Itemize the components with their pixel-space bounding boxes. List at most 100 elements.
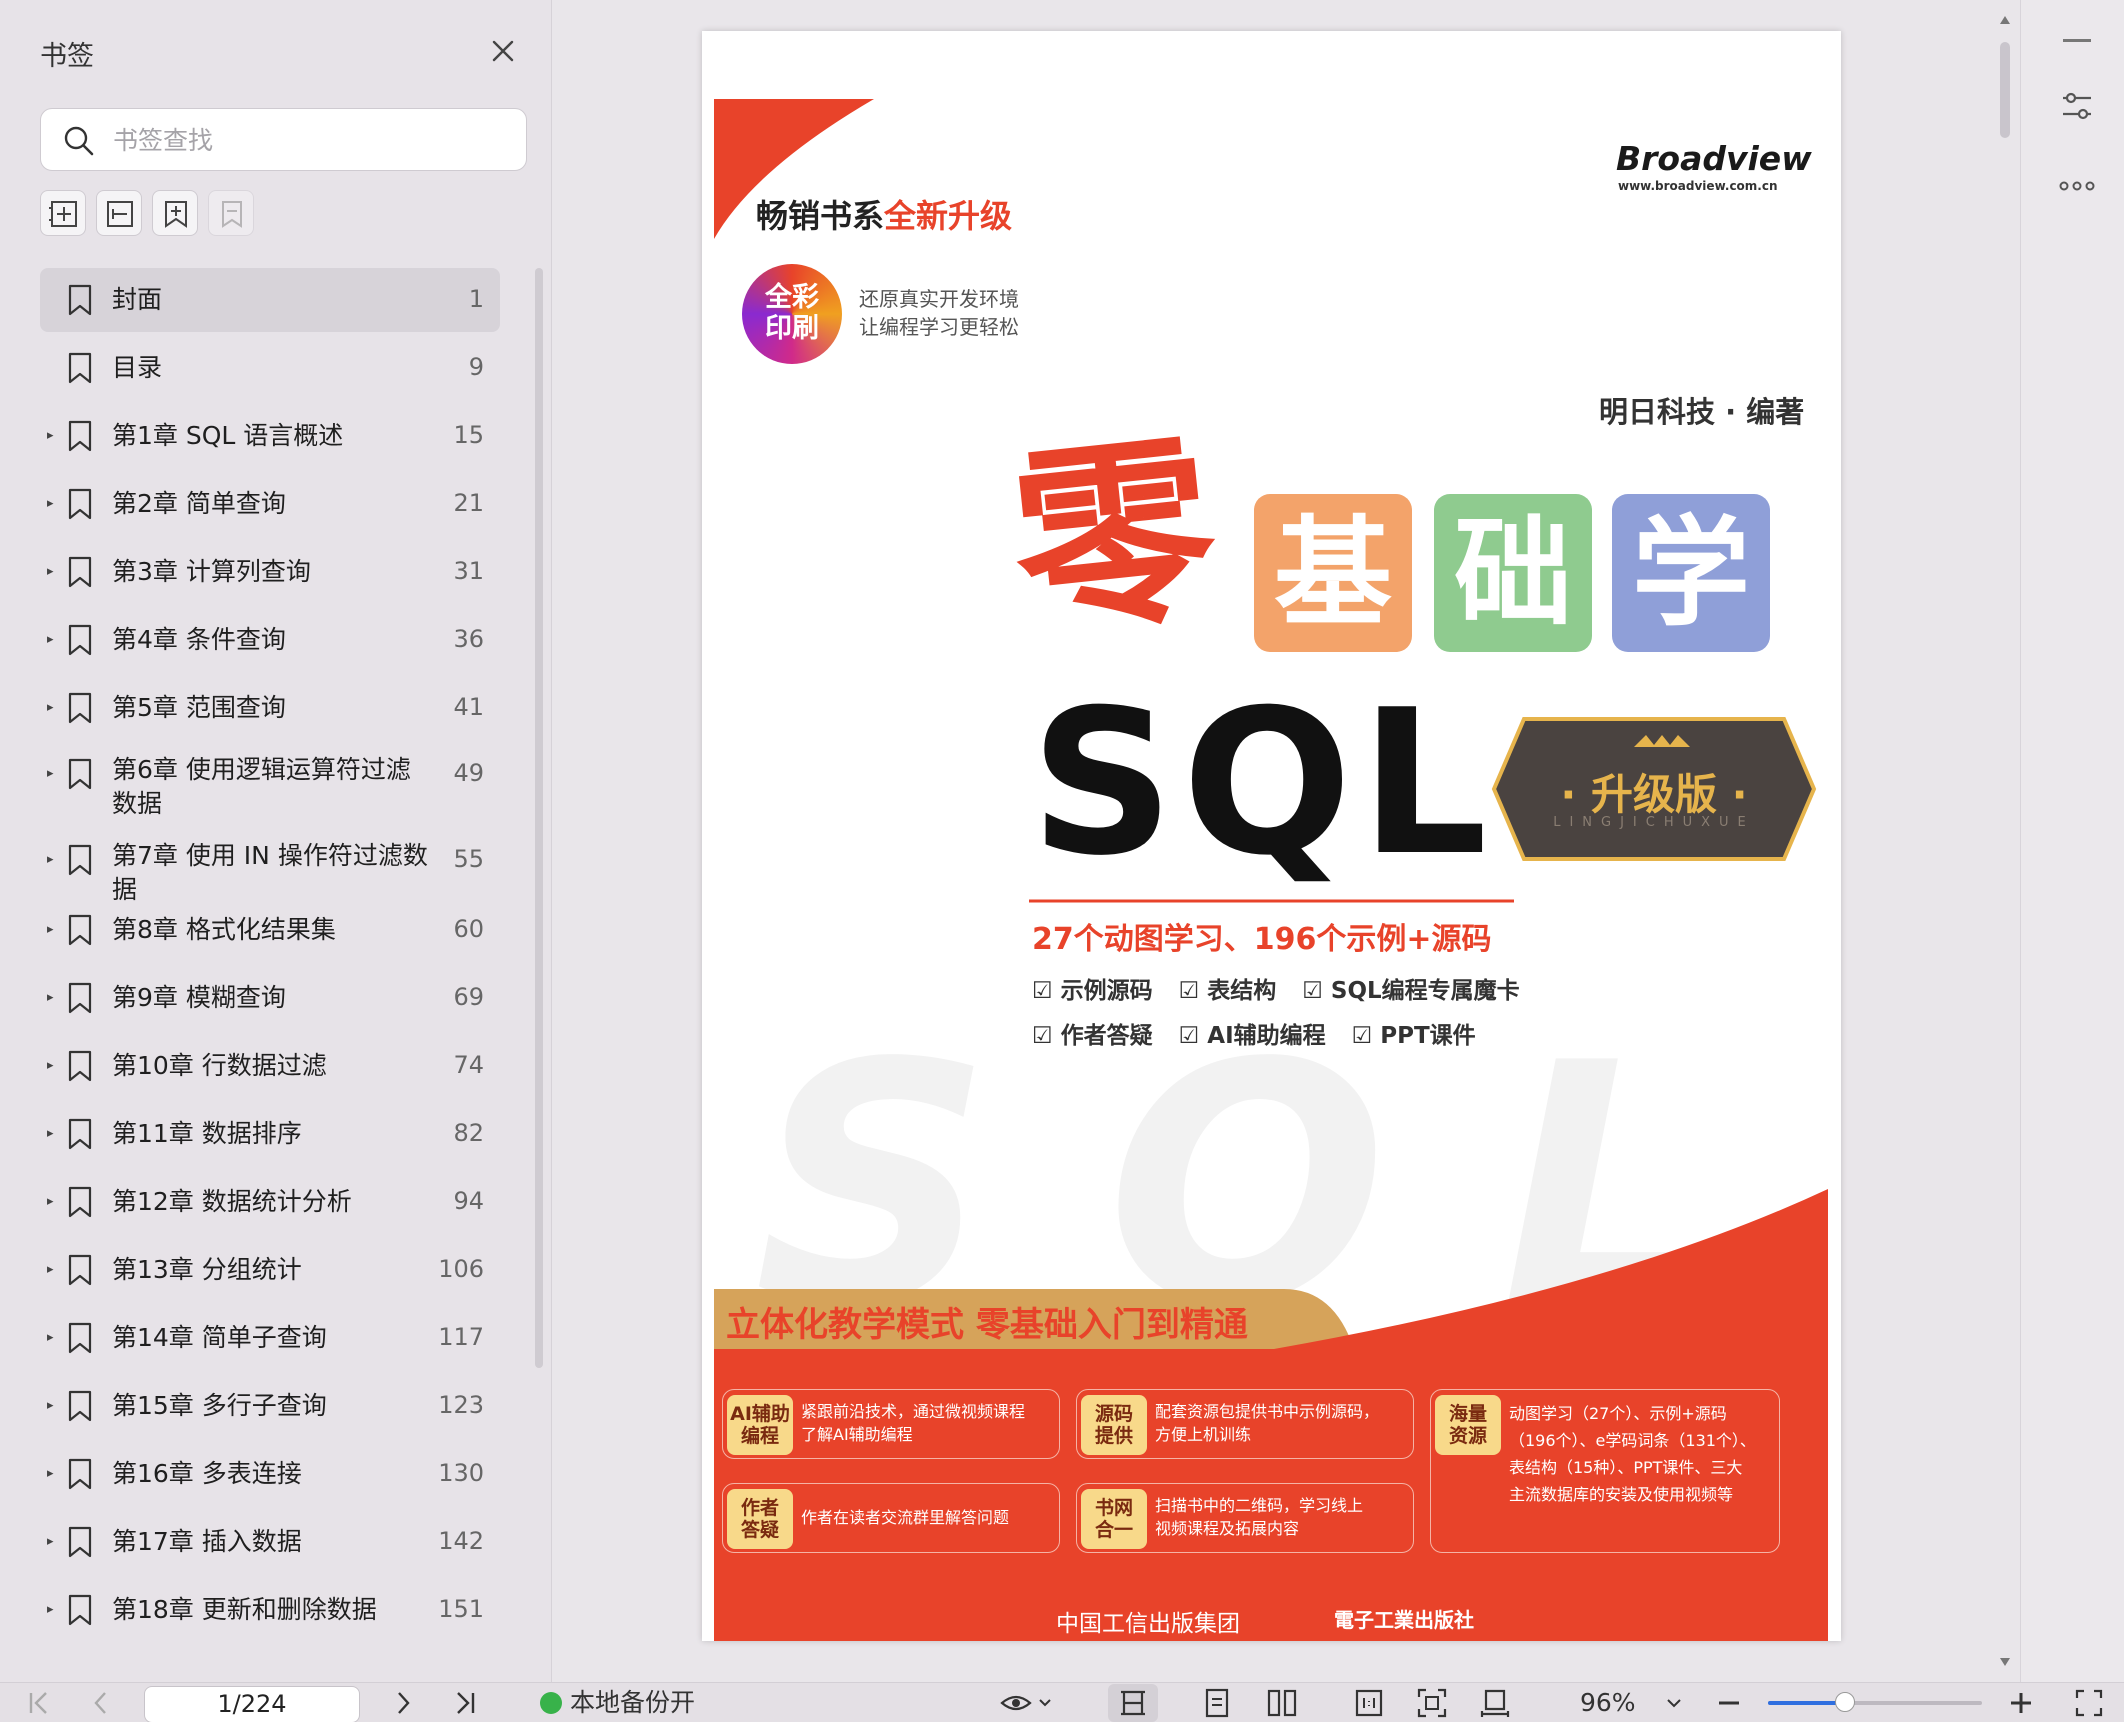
expand-all-icon bbox=[49, 201, 77, 227]
feature-box-resources: 海量 资源 动图学习（27个）、示例+源码 （196个）、e学码词条（131个）… bbox=[1430, 1389, 1780, 1553]
close-icon[interactable] bbox=[486, 34, 520, 68]
title-char-ji: 基 bbox=[1254, 494, 1412, 652]
last-page-icon[interactable] bbox=[452, 1687, 478, 1719]
expand-arrow-icon[interactable]: ▸ bbox=[47, 1127, 57, 1140]
bookmark-page: 55 bbox=[453, 845, 484, 873]
bookmark-item[interactable]: ▸ 第6章 使用逻辑运算符过滤数据 49 bbox=[40, 744, 500, 828]
feature-box-online: 书网 合一 扫描书中的二维码，学习线上 视频课程及拓展内容 bbox=[1076, 1483, 1414, 1553]
add-bookmark-icon bbox=[165, 201, 187, 228]
expand-arrow-icon[interactable]: ▸ bbox=[47, 565, 57, 578]
publisher-group: 中国工信出版集团 bbox=[1056, 1611, 1240, 1637]
expand-arrow-icon[interactable]: ▸ bbox=[47, 767, 57, 780]
zoom-out-icon[interactable] bbox=[1716, 1687, 1742, 1719]
expand-arrow-icon[interactable]: ▸ bbox=[47, 701, 57, 714]
bookmark-item[interactable]: ▸ 第11章 数据排序 82 bbox=[40, 1102, 500, 1166]
collapse-all-button[interactable] bbox=[96, 190, 142, 236]
zoom-in-icon[interactable] bbox=[2008, 1687, 2034, 1719]
zoom-slider-handle[interactable] bbox=[1835, 1692, 1856, 1712]
bookmark-label: 第10章 行数据过滤 bbox=[112, 1051, 327, 1080]
bookmark-item[interactable]: ▸ 第10章 行数据过滤 74 bbox=[40, 1034, 500, 1098]
bookmark-item[interactable]: ▸ 第14章 简单子查询 117 bbox=[40, 1306, 500, 1370]
bookmark-item[interactable]: 目录 9 bbox=[40, 336, 500, 400]
document-page[interactable]: S Q L 畅销书系全新升级 全彩 印刷 还原真实开发环境 让编程学习更轻松 B… bbox=[702, 31, 1841, 1641]
bookmark-item[interactable]: ▸ 第1章 SQL 语言概述 15 bbox=[40, 404, 500, 468]
expand-arrow-icon[interactable]: ▸ bbox=[47, 991, 57, 1004]
expand-arrow-icon[interactable]: ▸ bbox=[47, 1467, 57, 1480]
series-label: 畅销书系全新升级 bbox=[756, 197, 1013, 235]
bookmark-item[interactable]: ▸ 第12章 数据统计分析 94 bbox=[40, 1170, 500, 1234]
reading-mode-icon[interactable] bbox=[1000, 1687, 1054, 1719]
remove-bookmark-button[interactable] bbox=[208, 190, 254, 236]
sidebar-scrollbar[interactable] bbox=[535, 268, 543, 1368]
actual-size-icon[interactable] bbox=[1354, 1687, 1384, 1719]
expand-arrow-icon[interactable]: ▸ bbox=[47, 1263, 57, 1276]
bookmark-item[interactable]: 封面 1 bbox=[40, 268, 500, 332]
bookmark-item[interactable]: ▸ 第16章 多表连接 130 bbox=[40, 1442, 500, 1506]
bookmark-item[interactable]: ▸ 第4章 条件查询 36 bbox=[40, 608, 500, 672]
next-page-icon[interactable] bbox=[390, 1687, 416, 1719]
bookmark-item[interactable]: ▸ 第17章 插入数据 142 bbox=[40, 1510, 500, 1574]
bookmark-page: 15 bbox=[453, 421, 484, 449]
fit-page-icon[interactable] bbox=[1416, 1687, 1448, 1719]
two-page-icon[interactable] bbox=[1266, 1687, 1298, 1719]
edition-sub: LINGJICHUXUE bbox=[1553, 815, 1755, 830]
expand-arrow-icon[interactable]: ▸ bbox=[47, 1535, 57, 1548]
bookmark-item[interactable]: ▸ 第2章 简单查询 21 bbox=[40, 472, 500, 536]
fullscreen-icon[interactable] bbox=[2074, 1687, 2104, 1719]
bookmark-page: 41 bbox=[453, 693, 484, 721]
expand-arrow-icon[interactable]: ▸ bbox=[47, 633, 57, 646]
settings-sliders-icon[interactable] bbox=[2059, 88, 2095, 124]
expand-arrow-icon[interactable]: ▸ bbox=[47, 1603, 57, 1616]
expand-all-button[interactable] bbox=[40, 190, 86, 236]
bookmark-icon bbox=[68, 352, 92, 384]
zoom-dropdown-icon[interactable] bbox=[1664, 1687, 1684, 1719]
add-bookmark-button[interactable] bbox=[152, 190, 198, 236]
expand-arrow-icon[interactable]: ▸ bbox=[47, 1331, 57, 1344]
bookmark-label: 第16章 多表连接 bbox=[112, 1459, 302, 1488]
document-scrollbar[interactable] bbox=[1990, 0, 2020, 1682]
expand-arrow-icon[interactable]: ▸ bbox=[47, 1059, 57, 1072]
zoom-level[interactable]: 96% bbox=[1580, 1687, 1636, 1719]
page-number-input[interactable]: 1/224 bbox=[144, 1686, 360, 1722]
bookmark-page: 123 bbox=[438, 1391, 484, 1419]
bookmark-item[interactable]: ▸ 第9章 模糊查询 69 bbox=[40, 966, 500, 1030]
bookmark-page: 130 bbox=[438, 1459, 484, 1487]
banner-text: 立体化教学模式 零基础入门到精通 bbox=[726, 1305, 1248, 1345]
prev-page-icon[interactable] bbox=[88, 1687, 114, 1719]
bookmark-page: 31 bbox=[453, 557, 484, 585]
expand-arrow-icon[interactable]: ▸ bbox=[47, 923, 57, 936]
backup-on-icon bbox=[540, 1692, 562, 1714]
backup-status[interactable]: 本地备份开 bbox=[540, 1687, 695, 1719]
bookmark-page: 106 bbox=[438, 1255, 484, 1283]
feature-box-source: 源码 提供 配套资源包提供书中示例源码， 方便上机训练 bbox=[1076, 1389, 1414, 1459]
expand-arrow-icon[interactable]: ▸ bbox=[47, 853, 57, 866]
continuous-scroll-icon bbox=[1121, 1690, 1145, 1716]
bookmark-item[interactable]: ▸ 第5章 范围查询 41 bbox=[40, 676, 500, 740]
bookmark-item[interactable]: ▸ 第15章 多行子查询 123 bbox=[40, 1374, 500, 1438]
single-page-icon[interactable] bbox=[1202, 1687, 1232, 1719]
fit-width-icon[interactable] bbox=[1480, 1687, 1510, 1719]
bookmark-item[interactable]: ▸ 第18章 更新和删除数据 151 bbox=[40, 1578, 500, 1642]
first-page-icon[interactable] bbox=[26, 1687, 52, 1719]
bookmark-icon bbox=[68, 692, 92, 724]
more-icon[interactable] bbox=[2059, 180, 2095, 192]
publisher-name: 電子工業出版社 bbox=[1334, 1608, 1474, 1632]
bookmark-icon bbox=[68, 624, 92, 656]
expand-arrow-icon[interactable]: ▸ bbox=[47, 497, 57, 510]
bookmark-item[interactable]: ▸ 第8章 格式化结果集 60 bbox=[40, 898, 500, 962]
bookmark-label: 第2章 简单查询 bbox=[112, 489, 286, 518]
bookmark-item[interactable]: ▸ 第13章 分组统计 106 bbox=[40, 1238, 500, 1302]
expand-arrow-icon[interactable]: ▸ bbox=[47, 429, 57, 442]
continuous-scroll-button[interactable] bbox=[1108, 1684, 1158, 1722]
edition-label: · 升级版 · bbox=[1560, 770, 1748, 819]
bookmark-icon bbox=[68, 1050, 92, 1082]
minimize-icon[interactable] bbox=[2063, 38, 2093, 44]
stats-line: 27个动图学习、196个示例+源码 bbox=[1032, 922, 1492, 957]
zoom-slider[interactable] bbox=[1768, 1692, 1982, 1712]
bookmark-item[interactable]: ▸ 第3章 计算列查询 31 bbox=[40, 540, 500, 604]
expand-arrow-icon[interactable]: ▸ bbox=[47, 1195, 57, 1208]
expand-arrow-icon[interactable]: ▸ bbox=[47, 1399, 57, 1412]
bookmark-search[interactable] bbox=[40, 108, 527, 171]
search-input[interactable] bbox=[113, 119, 513, 161]
bookmark-label: 第17章 插入数据 bbox=[112, 1527, 302, 1556]
